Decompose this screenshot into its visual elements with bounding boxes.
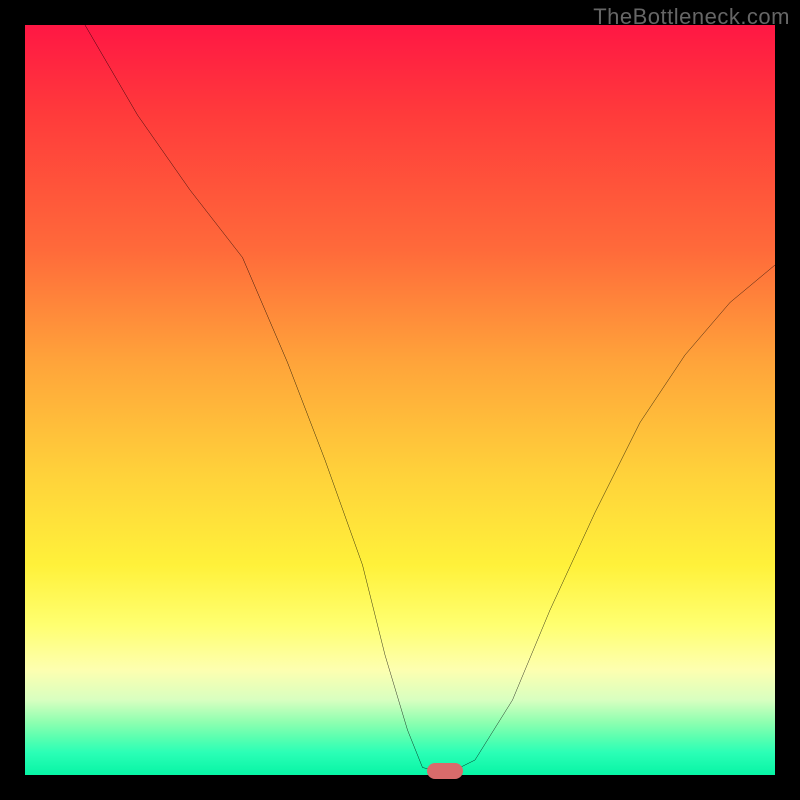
- watermark-text: TheBottleneck.com: [593, 4, 790, 30]
- chart-frame: TheBottleneck.com: [0, 0, 800, 800]
- bottleneck-curve: [25, 25, 775, 775]
- plot-area: [25, 25, 775, 775]
- optimal-point-marker: [427, 763, 463, 779]
